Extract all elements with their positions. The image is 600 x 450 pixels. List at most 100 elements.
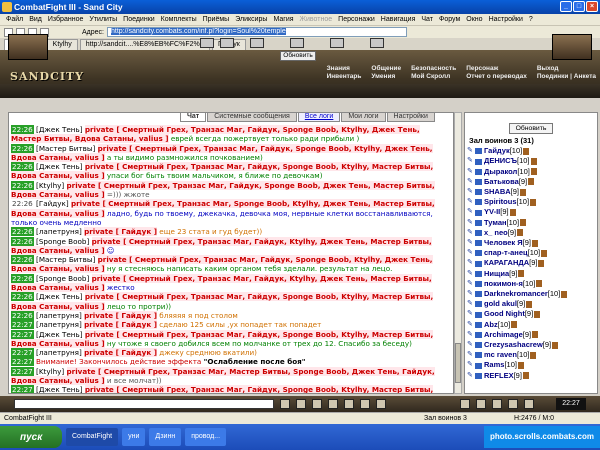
chat-input[interactable] — [14, 399, 274, 409]
user-list-item[interactable]: ✎ mc raven [10] — [465, 350, 597, 360]
message-author[interactable]: [Sponge Boob] — [36, 274, 89, 283]
user-info-icon[interactable] — [523, 147, 530, 155]
translit-icon[interactable] — [344, 399, 354, 409]
user-list-item[interactable]: ✎ Crezysashacrew [9] — [465, 340, 597, 350]
user-name[interactable]: Archimage — [484, 330, 523, 340]
user-list-item[interactable]: ✎ покимон-я [10] — [465, 279, 597, 289]
user-info-icon[interactable] — [517, 362, 524, 370]
taskbar-button[interactable]: уни — [122, 428, 146, 446]
private-message-icon[interactable]: ✎ — [467, 350, 475, 360]
filter-icon[interactable] — [312, 399, 322, 409]
game-menu-item[interactable]: Персонаж — [466, 65, 527, 72]
user-list-item[interactable]: ✎ Rams [10] — [465, 360, 597, 370]
user-list-item[interactable]: ✎ КАРАГАНДА [9] — [465, 258, 597, 268]
user-info-icon[interactable] — [511, 321, 518, 329]
user-name[interactable]: покимон-я — [484, 279, 523, 289]
shop-icon[interactable] — [508, 399, 518, 409]
private-message-icon[interactable]: ✎ — [467, 258, 475, 268]
private-message-icon[interactable]: ✎ — [467, 156, 475, 166]
menu-item[interactable]: Поединки — [123, 16, 155, 23]
browser-tab[interactable]: Ktylhy — [46, 39, 78, 50]
user-list-item[interactable]: ✎ Darknekromancer [10] — [465, 289, 597, 299]
message-author[interactable]: [лапетруня] — [36, 227, 82, 236]
settings-icon[interactable] — [376, 399, 386, 409]
private-message-icon[interactable]: ✎ — [467, 269, 475, 279]
user-name[interactable]: mc raven — [484, 350, 517, 360]
private-recipients[interactable]: private [ Гайдук ] — [84, 310, 157, 320]
menu-item[interactable]: Утилиты — [89, 16, 117, 23]
refresh-button[interactable]: Обновить — [280, 51, 316, 61]
private-message-icon[interactable]: ✎ — [467, 248, 475, 258]
message-time[interactable]: 22:27 — [11, 366, 34, 376]
user-name[interactable]: gold akul — [484, 299, 517, 309]
private-message-icon[interactable]: ✎ — [467, 330, 475, 340]
user-list-item[interactable]: ✎ ДЕНИСЪ [10] — [465, 156, 597, 166]
private-message-icon[interactable]: ✎ — [467, 360, 475, 370]
taskbar-button[interactable]: провод... — [185, 428, 227, 446]
user-info-icon[interactable] — [538, 260, 545, 268]
message-time[interactable]: 22:26 — [11, 227, 34, 237]
user-list-item[interactable]: ✎ Archimage [9] — [465, 330, 597, 340]
private-message-icon[interactable]: ✎ — [467, 279, 475, 289]
user-list-item[interactable]: ✎ REFLEX [9] — [465, 371, 597, 381]
private-message-icon[interactable]: ✎ — [467, 207, 475, 217]
maximize-icon[interactable]: □ — [573, 1, 585, 12]
chat-tab[interactable]: Системные сообщения — [207, 112, 297, 122]
user-name[interactable]: Crezysashacrew — [484, 340, 543, 350]
private-message-icon[interactable]: ✎ — [467, 289, 475, 299]
taskbar-button[interactable]: CombatFight — [66, 428, 119, 446]
message-author[interactable]: [Джек Тень] — [36, 292, 83, 301]
menu-item[interactable]: Навигация — [381, 16, 416, 23]
chat-tab[interactable]: Мои логи — [341, 112, 386, 122]
exit-icon[interactable] — [524, 399, 534, 409]
message-time[interactable]: 22:27 — [11, 329, 34, 339]
message-author[interactable]: [лапетруня] — [36, 320, 82, 329]
user-list-item[interactable]: ✎ Туман [10] — [465, 218, 597, 228]
effect-icon[interactable] — [250, 38, 264, 48]
user-info-icon[interactable] — [522, 372, 529, 380]
user-list-item[interactable]: ✎ SHABA [9] — [465, 187, 597, 197]
message-time[interactable]: 22:26 — [11, 273, 34, 283]
private-message-icon[interactable]: ✎ — [467, 218, 475, 228]
message-author[interactable]: [Джек Тень] — [36, 162, 83, 171]
private-message-icon[interactable]: ✎ — [467, 146, 475, 156]
window-title-bar[interactable]: CombatFight III - Sand City _ □ × — [0, 0, 600, 14]
message-author[interactable]: [Sponge Boob] — [36, 237, 89, 246]
game-menu-item[interactable]: Умения — [371, 73, 401, 80]
message-time[interactable]: 22:26 — [11, 143, 34, 153]
message-author[interactable]: [Гайдук] — [36, 199, 69, 208]
message-author[interactable]: [Ktylhy] — [36, 367, 64, 376]
message-time[interactable]: 22:27 — [11, 357, 34, 367]
user-list-item[interactable]: ✎ Good Night [9] — [465, 309, 597, 319]
effect-icon[interactable] — [200, 38, 214, 48]
message-time[interactable]: 22:27 — [11, 385, 34, 393]
quest-icon[interactable] — [492, 399, 502, 409]
message-time[interactable]: 22:27 — [11, 348, 34, 358]
message-time[interactable]: 22:26 — [11, 125, 34, 134]
private-message-icon[interactable]: ✎ — [467, 309, 475, 319]
user-name[interactable]: Батькова — [484, 177, 519, 187]
menu-item[interactable]: Магия — [273, 16, 293, 23]
character-portrait-right[interactable] — [552, 34, 592, 60]
start-button[interactable]: пуск — [0, 426, 62, 448]
user-list-item[interactable]: ✎ gold akul [9] — [465, 299, 597, 309]
private-recipients[interactable]: private [ Смертный Грех, Транзас Маг, Ма… — [11, 366, 435, 386]
game-menu-item[interactable]: Мой Скролл — [411, 73, 456, 80]
user-info-icon[interactable] — [532, 331, 539, 339]
private-message-icon[interactable]: ✎ — [467, 299, 475, 309]
menu-item[interactable]: Чат — [421, 16, 433, 23]
private-message-icon[interactable]: ✎ — [467, 167, 475, 177]
menu-item[interactable]: Эликсиры — [235, 16, 267, 23]
user-name[interactable]: REFLEX — [484, 371, 514, 381]
private-recipients[interactable]: private [ Гайдук ] — [84, 320, 157, 330]
game-menu-item[interactable]: Безопасность — [411, 65, 456, 72]
user-name[interactable]: YV-II — [484, 207, 500, 217]
message-time[interactable]: 22:26 — [11, 255, 34, 265]
menu-item[interactable]: Форум — [439, 16, 460, 23]
user-info-icon[interactable] — [561, 290, 568, 298]
effect-icon[interactable] — [330, 38, 344, 48]
user-info-icon[interactable] — [520, 188, 527, 196]
message-author[interactable]: [Джек Тень] — [36, 330, 83, 339]
message-time[interactable]: 22:26 — [11, 310, 34, 320]
user-name[interactable]: Spiritous — [484, 197, 517, 207]
